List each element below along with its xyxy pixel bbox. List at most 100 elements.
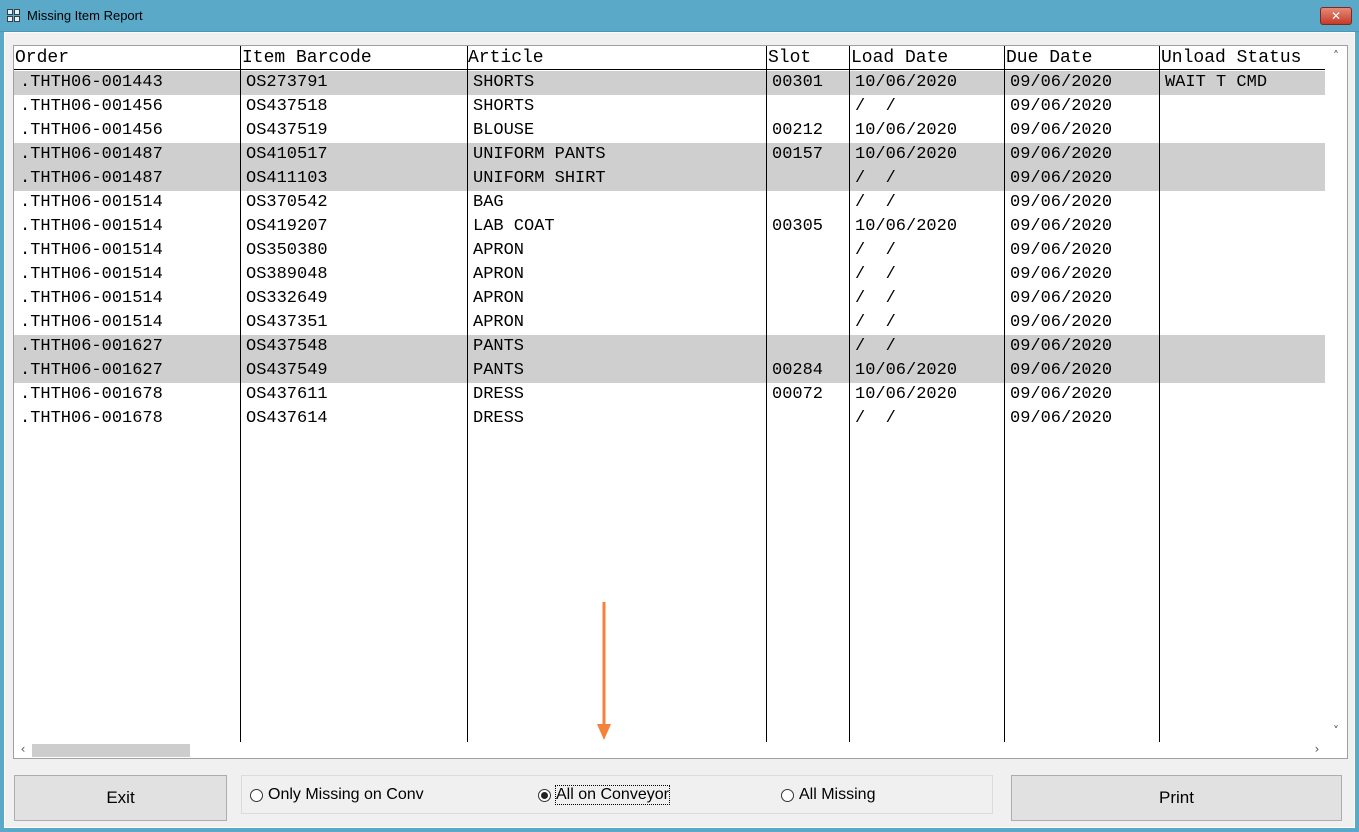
cell-article: UNIFORM SHIRT xyxy=(473,169,606,188)
table-row[interactable]: .THTH06-001487 OS411103 UNIFORM SHIRT / / 09… xyxy=(14,167,1325,191)
window-title: Missing Item Report xyxy=(27,8,143,23)
table-row[interactable]: .THTH06-001514 OS419207 LAB COAT 00305 10/06… xyxy=(14,215,1325,239)
table-row[interactable]: .THTH06-001627 OS437548 PANTS / / 09/06/2020 xyxy=(14,335,1325,359)
table-row[interactable]: .THTH06-001514 OS437351 APRON / / 09/06/2020 xyxy=(14,311,1325,335)
horizontal-scrollbar[interactable]: ‹ › xyxy=(14,742,1325,758)
cell-load-date: 10/06/2020 xyxy=(855,217,958,236)
cell-load-date: 10/06/2020 xyxy=(855,361,958,380)
cell-item-barcode: OS437614 xyxy=(246,409,328,428)
radio-button-icon[interactable] xyxy=(781,788,794,802)
table-row[interactable]: .THTH06-001514 OS370542 BAG / / 09/06/2020 xyxy=(14,191,1325,215)
cell-due-date: 09/06/2020 xyxy=(1010,337,1113,356)
column-divider xyxy=(1159,46,1160,742)
cell-due-date: 09/06/2020 xyxy=(1010,145,1113,164)
cell-unload-status: WAIT T CMD xyxy=(1165,73,1268,92)
cell-due-date: 09/06/2020 xyxy=(1010,97,1113,116)
cell-due-date: 09/06/2020 xyxy=(1010,385,1113,404)
scroll-left-icon[interactable]: ‹ xyxy=(15,742,31,756)
table-row[interactable]: .THTH06-001456 OS437518 SHORTS / / 09/06/202… xyxy=(14,95,1325,119)
radio-all-on-conveyor[interactable]: All on Conveyor xyxy=(538,785,670,805)
radio-all-missing[interactable]: All Missing xyxy=(781,786,875,804)
cell-item-barcode: OS411103 xyxy=(246,169,328,188)
cell-order: .THTH06-001514 xyxy=(20,289,163,308)
radio-label[interactable]: Only Missing on Conv xyxy=(268,786,424,804)
table-row[interactable]: .THTH06-001514 OS389048 APRON / / 09/06/2020 xyxy=(14,263,1325,287)
radio-label[interactable]: All Missing xyxy=(799,786,875,804)
table-row[interactable]: .THTH06-001487 OS410517 UNIFORM PANTS 00157… xyxy=(14,143,1325,167)
cell-slot: 00212 xyxy=(772,121,824,140)
column-header-load-date[interactable]: Load Date xyxy=(851,48,948,68)
column-header-unload-status[interactable]: Unload Status xyxy=(1161,48,1301,68)
radio-button-icon[interactable] xyxy=(250,788,263,802)
cell-order: .THTH06-001514 xyxy=(20,265,163,284)
table-row[interactable]: .THTH06-001678 OS437611 DRESS 00072 10/06/20… xyxy=(14,383,1325,407)
table-row[interactable]: .THTH06-001514 OS350380 APRON / / 09/06/2020 xyxy=(14,239,1325,263)
scroll-up-icon[interactable]: ˄ xyxy=(1325,49,1347,63)
missing-items-grid[interactable]: Order Item Barcode Article Slot Load Dat… xyxy=(13,45,1348,759)
cell-due-date: 09/06/2020 xyxy=(1010,73,1113,92)
cell-due-date: 09/06/2020 xyxy=(1010,217,1113,236)
column-header-item-barcode[interactable]: Item Barcode xyxy=(242,48,372,68)
column-divider xyxy=(849,46,850,742)
cell-article: BAG xyxy=(473,193,504,212)
cell-article: APRON xyxy=(473,289,525,308)
cell-article: LAB COAT xyxy=(473,217,555,236)
cell-order: .THTH06-001456 xyxy=(20,97,163,116)
cell-item-barcode: OS410517 xyxy=(246,145,328,164)
table-row[interactable]: .THTH06-001678 OS437614 DRESS / / 09/06/2020 xyxy=(14,407,1325,431)
cell-article: SHORTS xyxy=(473,73,535,92)
cell-load-date: / / xyxy=(855,409,896,428)
cell-due-date: 09/06/2020 xyxy=(1010,169,1113,188)
table-row[interactable]: .THTH06-001443 OS273791 SHORTS 00301 10/06/2… xyxy=(14,71,1325,95)
exit-button[interactable]: Exit xyxy=(14,775,227,821)
cell-order: .THTH06-001678 xyxy=(20,385,163,404)
column-divider xyxy=(1004,46,1005,742)
cell-due-date: 09/06/2020 xyxy=(1010,121,1113,140)
cell-article: UNIFORM PANTS xyxy=(473,145,606,164)
cell-article: PANTS xyxy=(473,361,525,380)
table-row[interactable]: .THTH06-001627 OS437549 PANTS 00284 10/06/20… xyxy=(14,359,1325,383)
cell-due-date: 09/06/2020 xyxy=(1010,193,1113,212)
vertical-scrollbar[interactable]: ˄ ˅ xyxy=(1325,46,1347,742)
radio-button-selected-icon[interactable] xyxy=(538,788,551,802)
print-button[interactable]: Print xyxy=(1011,775,1342,821)
column-header-due-date[interactable]: Due Date xyxy=(1006,48,1092,68)
cell-due-date: 09/06/2020 xyxy=(1010,265,1113,284)
cell-item-barcode: OS419207 xyxy=(246,217,328,236)
cell-order: .THTH06-001514 xyxy=(20,313,163,332)
cell-order: .THTH06-001678 xyxy=(20,409,163,428)
cell-item-barcode: OS350380 xyxy=(246,241,328,260)
cell-due-date: 09/06/2020 xyxy=(1010,409,1113,428)
table-row[interactable]: .THTH06-001514 OS332649 APRON / / 09/06/2020 xyxy=(14,287,1325,311)
cell-load-date: / / xyxy=(855,193,896,212)
table-row[interactable]: .THTH06-001456 OS437519 BLOUSE 00212 10/06/2… xyxy=(14,119,1325,143)
cell-item-barcode: OS370542 xyxy=(246,193,328,212)
column-divider xyxy=(240,46,241,742)
cell-article: DRESS xyxy=(473,385,525,404)
cell-due-date: 09/06/2020 xyxy=(1010,313,1113,332)
scroll-right-icon[interactable]: › xyxy=(1309,742,1325,756)
cell-load-date: 10/06/2020 xyxy=(855,145,958,164)
radio-only-missing-on-conv[interactable]: Only Missing on Conv xyxy=(250,786,424,804)
horizontal-scroll-thumb[interactable] xyxy=(32,744,190,757)
cell-order: .THTH06-001514 xyxy=(20,193,163,212)
cell-item-barcode: OS273791 xyxy=(246,73,328,92)
column-header-article[interactable]: Article xyxy=(468,48,544,68)
cell-load-date: / / xyxy=(855,97,896,116)
grid-body: Order Item Barcode Article Slot Load Dat… xyxy=(14,46,1325,742)
app-icon xyxy=(7,9,21,23)
cell-load-date: / / xyxy=(855,169,896,188)
cell-order: .THTH06-001514 xyxy=(20,217,163,236)
column-divider xyxy=(467,46,468,742)
column-header-slot[interactable]: Slot xyxy=(768,48,811,68)
radio-label[interactable]: All on Conveyor xyxy=(555,785,670,805)
cell-load-date: / / xyxy=(855,241,896,260)
scroll-down-icon[interactable]: ˅ xyxy=(1325,724,1347,738)
cell-item-barcode: OS437518 xyxy=(246,97,328,116)
column-header-order[interactable]: Order xyxy=(15,48,69,68)
cell-due-date: 09/06/2020 xyxy=(1010,241,1113,260)
column-divider xyxy=(766,46,767,742)
close-icon[interactable]: ✕ xyxy=(1320,7,1352,25)
cell-order: .THTH06-001514 xyxy=(20,241,163,260)
cell-order: .THTH06-001487 xyxy=(20,169,163,188)
